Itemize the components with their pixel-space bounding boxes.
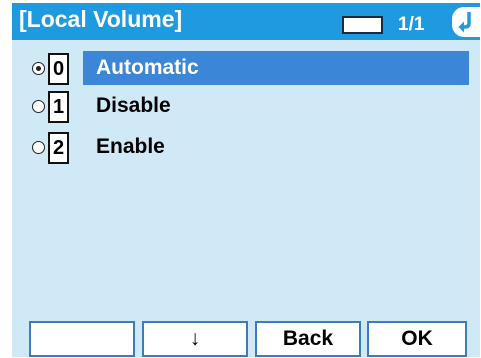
menu-item-automatic[interactable]: 0 Automatic: [12, 51, 480, 85]
ok-button[interactable]: OK: [367, 321, 467, 357]
menu-item-disable[interactable]: 1 Disable: [12, 89, 480, 123]
item-number: 0: [48, 53, 69, 85]
item-number: 2: [48, 132, 69, 164]
menu-item-enable[interactable]: 2 Enable: [12, 130, 480, 164]
lcd-screen: [Local Volume] 1/1 0 Automatic 1 Disable…: [12, 3, 480, 357]
softkey-1[interactable]: [29, 321, 135, 357]
radio-button-enable[interactable]: [32, 141, 45, 154]
radio-button-automatic[interactable]: [32, 62, 45, 75]
return-tab[interactable]: [452, 7, 480, 37]
softkey-down-arrow[interactable]: ↓: [142, 321, 248, 357]
title-bar: [Local Volume] 1/1: [12, 3, 480, 40]
page-indicator: 1/1: [398, 14, 425, 35]
page-title: [Local Volume]: [19, 6, 183, 32]
back-button[interactable]: Back: [255, 321, 361, 357]
page-indicator-box: [342, 16, 383, 34]
item-number: 1: [48, 91, 69, 123]
item-label: Automatic: [96, 56, 199, 79]
radio-button-disable[interactable]: [32, 100, 45, 113]
radio-selected-dot: [35, 65, 41, 71]
item-label: Disable: [96, 94, 171, 117]
return-arrow-icon: [458, 12, 471, 33]
item-label: Enable: [96, 135, 165, 158]
